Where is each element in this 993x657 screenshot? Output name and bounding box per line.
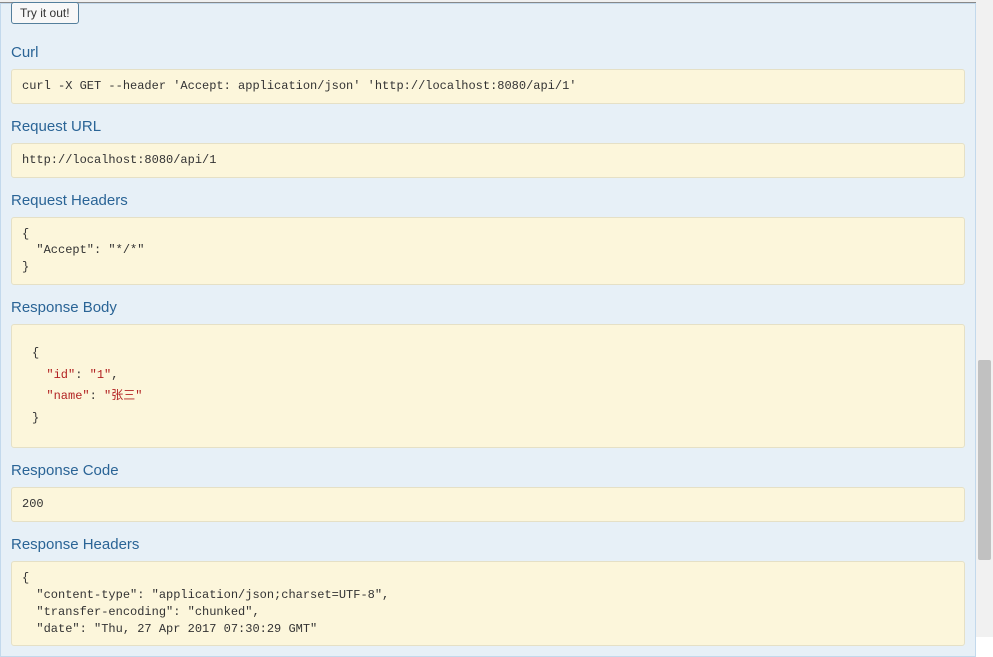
response-code-heading: Response Code: [11, 462, 965, 479]
response-headers-heading: Response Headers: [11, 536, 965, 553]
api-response-panel: Try it out! Curl curl -X GET --header 'A…: [0, 3, 976, 657]
response-code-block: 200: [11, 487, 965, 522]
curl-block: curl -X GET --header 'Accept: applicatio…: [11, 69, 965, 104]
action-row: Try it out!: [11, 4, 965, 30]
response-body-block: { "id": "1", "name": "张三" }: [11, 324, 965, 448]
request-headers-heading: Request Headers: [11, 192, 965, 209]
vertical-scrollbar[interactable]: [976, 0, 993, 637]
request-url-heading: Request URL: [11, 118, 965, 135]
response-body-heading: Response Body: [11, 299, 965, 316]
scrollbar-thumb[interactable]: [978, 360, 991, 560]
try-it-out-button[interactable]: Try it out!: [11, 2, 79, 24]
response-headers-block: { "content-type": "application/json;char…: [11, 561, 965, 646]
request-headers-block: { "Accept": "*/*" }: [11, 217, 965, 285]
request-url-block: http://localhost:8080/api/1: [11, 143, 965, 178]
curl-heading: Curl: [11, 44, 965, 61]
